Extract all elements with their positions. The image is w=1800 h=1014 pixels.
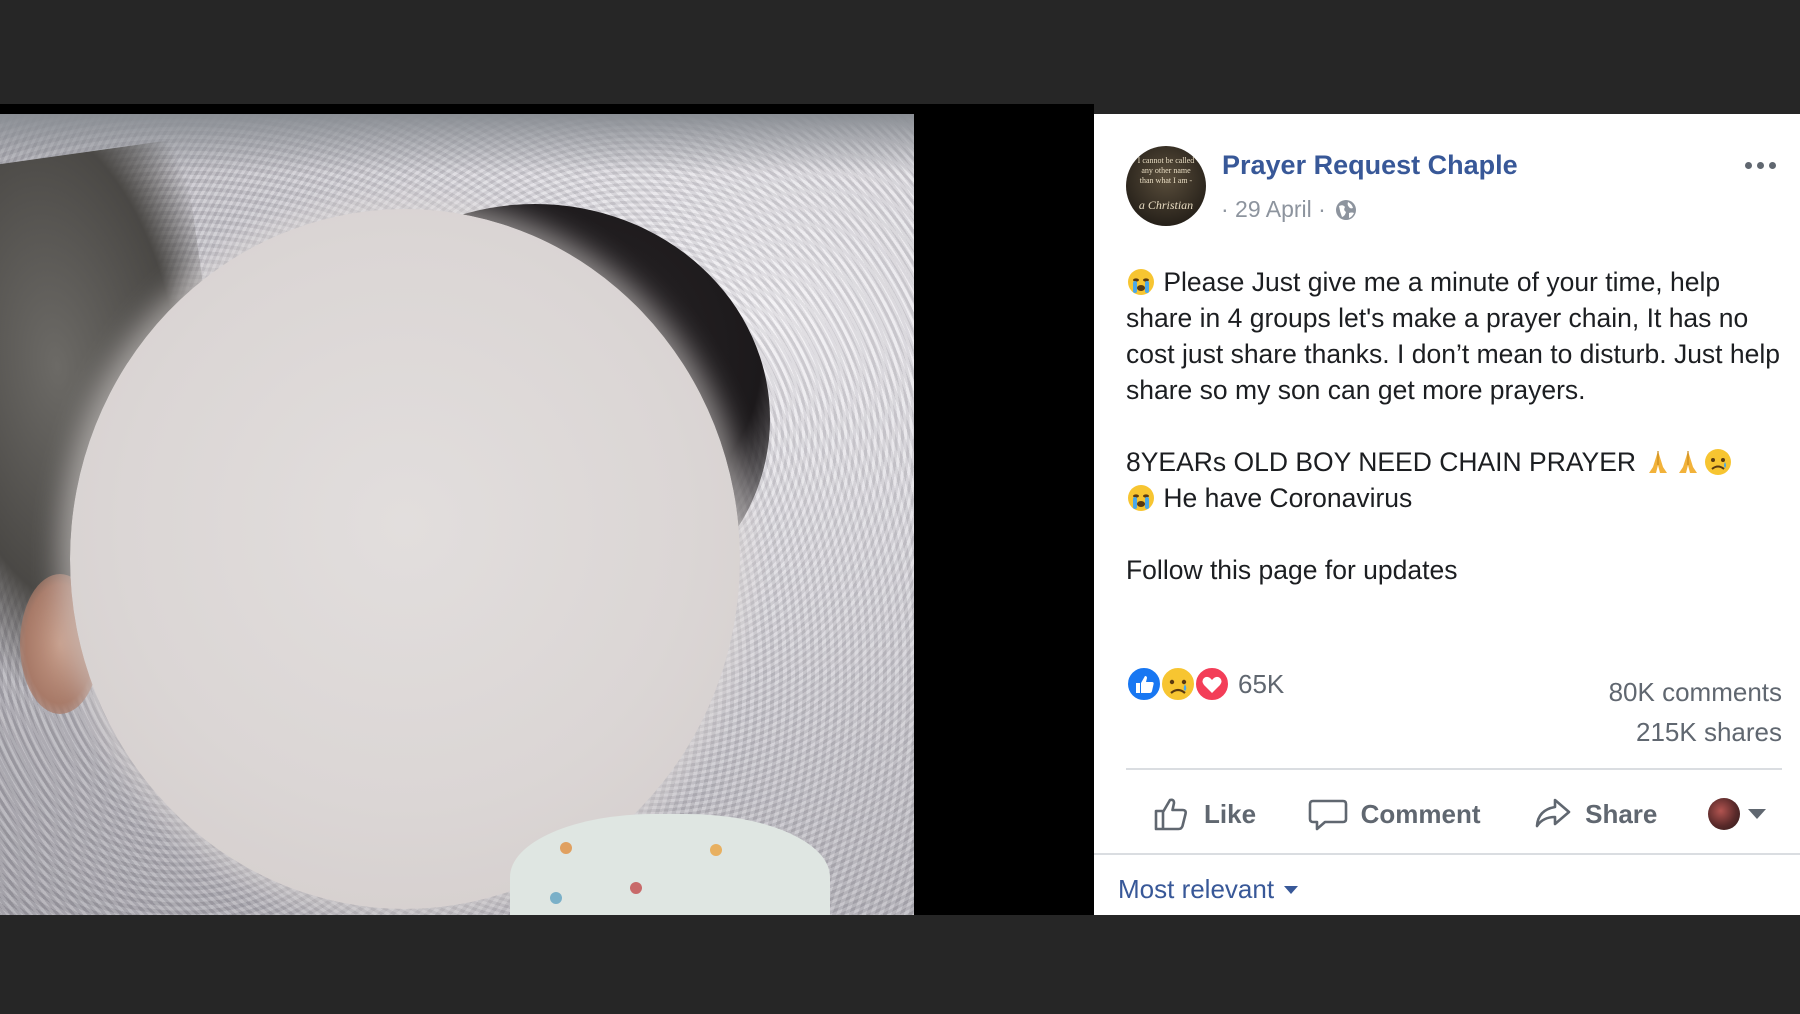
like-button[interactable]: Like [1150, 793, 1256, 835]
photo-viewer [0, 104, 1094, 915]
avatar-caption: I cannot be called any other name than w… [1137, 156, 1195, 185]
post-meta: · 29 April · [1221, 196, 1358, 223]
post-paragraph: 8YEARs OLD BOY NEED CHAIN PRAYER He have… [1126, 444, 1786, 516]
more-options-icon[interactable] [1745, 162, 1776, 169]
react-as-selector[interactable] [1707, 798, 1766, 830]
comment-bubble-icon [1308, 799, 1347, 831]
actions-divider [1126, 768, 1782, 770]
like-label: Like [1204, 798, 1257, 829]
post-photo[interactable] [0, 114, 914, 915]
post-headline-text: 8YEARs OLD BOY NEED CHAIN PRAYER [1126, 447, 1644, 477]
comments-divider [1094, 853, 1800, 855]
comments-sort-dropdown[interactable]: Most relevant [1118, 874, 1299, 905]
crying-face-icon [1128, 269, 1154, 295]
page-avatar[interactable]: I cannot be called any other name than w… [1126, 146, 1206, 226]
engagement-counts: 80K comments 215K shares [1609, 672, 1782, 752]
sad-tear-face-icon [1705, 449, 1732, 475]
post-paragraph-text: Please Just give me a minute of your tim… [1126, 267, 1788, 405]
share-button[interactable]: Share [1531, 793, 1657, 835]
user-avatar [1707, 798, 1740, 830]
reactions-summary[interactable]: 65K [1126, 666, 1284, 702]
bottom-bar [0, 915, 1800, 1014]
globe-icon [1335, 199, 1356, 220]
comments-count-link[interactable]: 80K comments [1609, 672, 1782, 712]
chevron-down-icon [1284, 885, 1299, 894]
post-actions-bar: Like Comment Share [1126, 784, 1782, 844]
post-body: Please Just give me a minute of your tim… [1126, 264, 1786, 624]
photo-clothing [510, 814, 830, 915]
love-icon [1194, 666, 1230, 702]
thumbs-up-icon [1154, 798, 1187, 831]
post-panel: I cannot be called any other name than w… [1094, 114, 1800, 915]
post-headline-subtext: He have Coronavirus [1156, 483, 1413, 513]
page-name-link[interactable]: Prayer Request Chaple [1222, 150, 1518, 181]
blurred-face [70, 209, 740, 909]
share-label: Share [1585, 798, 1658, 829]
comment-label: Comment [1360, 798, 1481, 829]
crying-face-icon [1128, 485, 1154, 511]
avatar-caption-emphasis: a Christian [1138, 198, 1194, 212]
shares-count-link[interactable]: 215K shares [1609, 712, 1782, 752]
top-bar [0, 0, 1800, 104]
post-date[interactable]: · 29 April · [1221, 196, 1326, 223]
post-follow-text: Follow this page for updates [1126, 555, 1458, 585]
praying-hands-icon [1679, 451, 1698, 473]
share-arrow-icon [1535, 798, 1571, 828]
sad-icon [1160, 666, 1196, 702]
post-paragraph: Please Just give me a minute of your tim… [1126, 264, 1786, 408]
post-paragraph: Follow this page for updates [1126, 552, 1786, 588]
chevron-down-icon [1747, 809, 1766, 819]
comment-button[interactable]: Comment [1307, 793, 1481, 835]
praying-hands-icon [1649, 451, 1668, 473]
comments-sort-label: Most relevant [1118, 874, 1275, 904]
reaction-count: 65K [1238, 668, 1285, 699]
like-icon [1126, 666, 1162, 702]
